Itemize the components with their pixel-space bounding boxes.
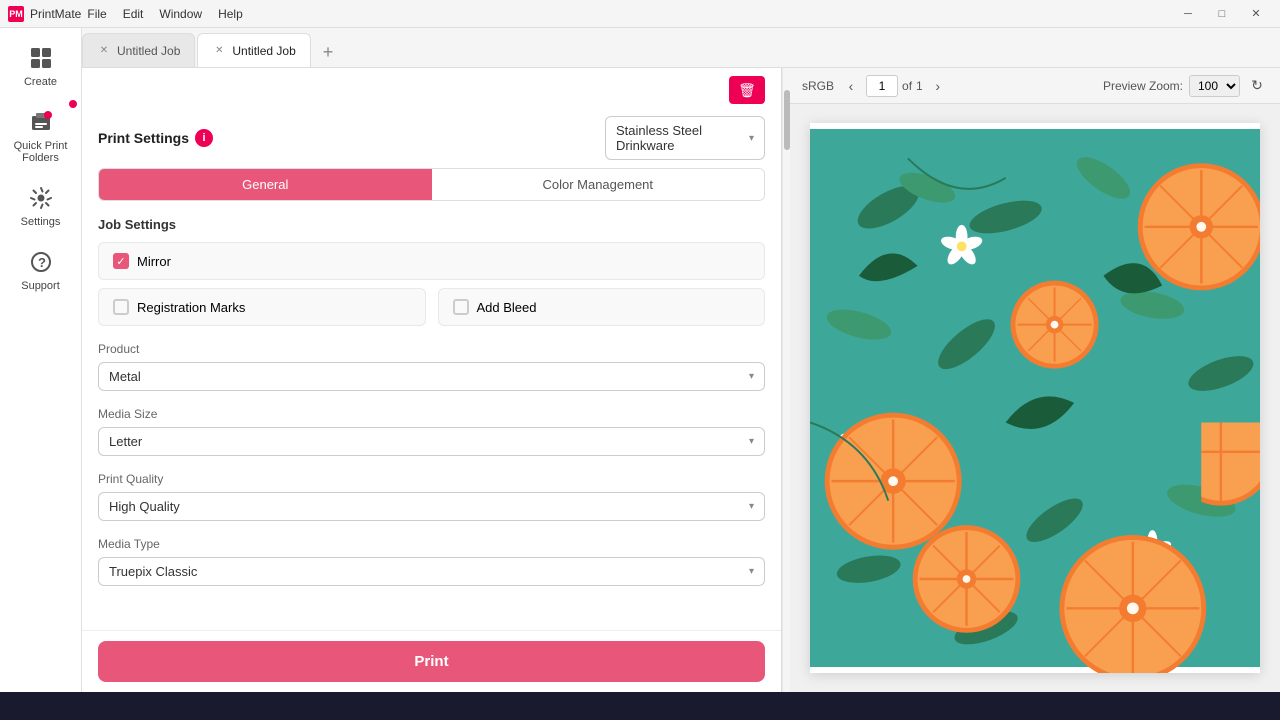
quick-print-label: Quick Print Folders (9, 140, 73, 164)
page-navigation: ‹ of 1 › (840, 75, 949, 97)
add-bleed-row[interactable]: Add Bleed (438, 288, 766, 326)
add-bleed-checkbox[interactable] (453, 299, 469, 315)
svg-text:?: ? (38, 255, 46, 270)
tab-0-close[interactable]: ✕ (97, 44, 111, 58)
sidebar-item-quick-print[interactable]: Quick Print Folders (5, 100, 77, 172)
mirror-label: Mirror (137, 254, 171, 269)
print-bar: Print (82, 630, 781, 692)
sidebar-item-create[interactable]: Create (5, 36, 77, 96)
info-icon[interactable]: i (195, 129, 213, 147)
delete-icon: 🗑 (738, 82, 756, 99)
left-scrollbar[interactable] (782, 68, 790, 692)
print-quality-group: Print Quality High Quality ▾ (98, 472, 765, 521)
material-value: Stainless Steel Drinkware (616, 123, 749, 153)
page-total-label: 1 (916, 79, 923, 93)
material-chevron-icon: ▾ (749, 133, 754, 144)
media-size-group: Media Size Letter ▾ (98, 407, 765, 456)
media-type-label: Media Type (98, 537, 765, 551)
preview-page (810, 123, 1260, 673)
sidebar-item-support[interactable]: ? Support (5, 240, 77, 300)
mirror-checkbox[interactable]: ✓ (113, 253, 129, 269)
media-size-value: Letter (109, 434, 142, 449)
registration-marks-label: Registration Marks (137, 300, 245, 315)
preview-panel: sRGB ‹ of 1 › Preview Zoom: (790, 68, 1280, 692)
zoom-select[interactable]: 100 75 50 150 200 (1189, 75, 1240, 97)
print-button[interactable]: Print (98, 641, 765, 682)
menu-help[interactable]: Help (218, 7, 243, 21)
registration-marks-checkbox[interactable] (113, 299, 129, 315)
menu-edit[interactable]: Edit (123, 7, 144, 21)
tab-1-close[interactable]: ✕ (212, 44, 226, 58)
scrollbar-thumb[interactable] (784, 90, 790, 150)
close-button[interactable]: ✕ (1240, 4, 1272, 24)
print-quality-chevron-icon: ▾ (749, 501, 754, 512)
quick-print-icon (27, 108, 55, 136)
menu-window[interactable]: Window (159, 7, 202, 21)
support-icon: ? (27, 248, 55, 276)
print-settings-title: Print Settings (98, 130, 189, 146)
preview-toolbar: sRGB ‹ of 1 › Preview Zoom: (790, 68, 1280, 104)
mirror-row[interactable]: ✓ Mirror (98, 242, 765, 280)
taskbar (0, 692, 1280, 720)
preview-image (810, 123, 1260, 673)
zoom-label: Preview Zoom: (1103, 79, 1183, 93)
sidebar: Create Quick Print Folders (0, 28, 82, 692)
prev-page-button[interactable]: ‹ (840, 75, 862, 97)
media-type-chevron-icon: ▾ (749, 566, 754, 577)
maximize-button[interactable]: □ (1206, 4, 1238, 24)
job-settings-label: Job Settings (98, 217, 765, 232)
preview-canvas (790, 104, 1280, 692)
app-name: PrintMate (30, 7, 81, 21)
tab-color-management[interactable]: Color Management (432, 169, 765, 200)
create-label: Create (24, 76, 57, 88)
media-type-value: Truepix Classic (109, 564, 197, 579)
refresh-button[interactable]: ↻ (1246, 75, 1268, 97)
material-dropdown[interactable]: Stainless Steel Drinkware ▾ (605, 116, 765, 160)
settings-scroll-area[interactable]: Print Settings i Stainless Steel Drinkwa… (82, 104, 781, 630)
print-quality-dropdown[interactable]: High Quality ▾ (98, 492, 765, 521)
minimize-button[interactable]: ─ (1172, 4, 1204, 24)
product-group: Product Metal ▾ (98, 342, 765, 391)
checkbox-pair: Registration Marks Add Bleed (98, 288, 765, 326)
tab-0[interactable]: ✕ Untitled Job (82, 33, 195, 67)
next-page-button[interactable]: › (927, 75, 949, 97)
settings-label: Settings (21, 216, 61, 228)
page-number-input[interactable] (866, 75, 898, 97)
menu-bar: File Edit Window Help (87, 7, 242, 21)
tab-add-button[interactable]: + (313, 37, 344, 67)
product-dropdown[interactable]: Metal ▾ (98, 362, 765, 391)
window-controls: ─ □ ✕ (1172, 4, 1272, 24)
support-label: Support (21, 280, 60, 292)
create-icon (27, 44, 55, 72)
app-logo: PM (8, 6, 24, 22)
media-type-dropdown[interactable]: Truepix Classic ▾ (98, 557, 765, 586)
registration-marks-row[interactable]: Registration Marks (98, 288, 426, 326)
product-value: Metal (109, 369, 141, 384)
tab-1-label: Untitled Job (232, 44, 295, 58)
print-quality-value: High Quality (109, 499, 180, 514)
media-type-group: Media Type Truepix Classic ▾ (98, 537, 765, 586)
delete-button[interactable]: 🗑 (729, 76, 765, 104)
product-label: Product (98, 342, 765, 356)
tab-1[interactable]: ✕ Untitled Job (197, 33, 310, 67)
color-profile-label: sRGB (802, 79, 834, 93)
menu-file[interactable]: File (87, 7, 106, 21)
print-settings-header: Print Settings i Stainless Steel Drinkwa… (98, 104, 765, 168)
add-bleed-label: Add Bleed (477, 300, 537, 315)
titlebar: PM PrintMate File Edit Window Help ─ □ ✕ (0, 0, 1280, 28)
job-settings-group: Job Settings ✓ Mirror Registration Ma (98, 217, 765, 326)
sidebar-item-settings[interactable]: Settings (5, 176, 77, 236)
panel-top-toolbar: 🗑 (82, 68, 781, 104)
media-size-dropdown[interactable]: Letter ▾ (98, 427, 765, 456)
tabs-bar: ✕ Untitled Job ✕ Untitled Job + (82, 28, 1280, 68)
print-quality-label: Print Quality (98, 472, 765, 486)
settings-tabs: General Color Management (98, 168, 765, 201)
tab-general[interactable]: General (99, 169, 432, 200)
page-of-label: of (902, 79, 912, 93)
tab-0-label: Untitled Job (117, 44, 180, 58)
media-size-label: Media Size (98, 407, 765, 421)
product-chevron-icon: ▾ (749, 371, 754, 382)
settings-icon (27, 184, 55, 212)
media-size-chevron-icon: ▾ (749, 436, 754, 447)
